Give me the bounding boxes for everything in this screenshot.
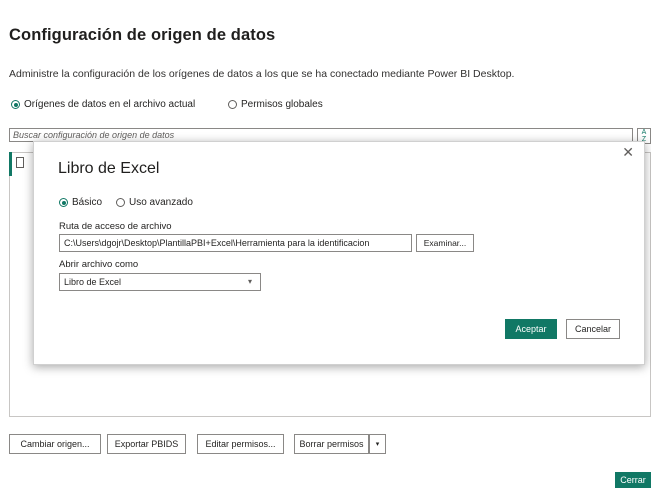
accept-button[interactable]: Aceptar — [505, 319, 557, 339]
mode-advanced-option[interactable]: Uso avanzado — [116, 197, 193, 208]
change-source-button[interactable]: Cambiar origen... — [9, 434, 101, 454]
mode-basic-option[interactable]: Básico — [59, 197, 102, 208]
open-as-label: Abrir archivo como — [59, 259, 139, 270]
close-button[interactable]: Cerrar — [615, 472, 651, 488]
scope-current-file-option[interactable]: Orígenes de datos en el archivo actual — [11, 99, 195, 110]
edit-permissions-button[interactable]: Editar permisos... — [197, 434, 284, 454]
excel-workbook-dialog: ✕ Libro de Excel Básico Uso avanzado Rut… — [33, 141, 645, 365]
mode-advanced-label: Uso avanzado — [129, 197, 193, 208]
search-input[interactable]: Buscar configuración de origen de datos — [9, 128, 633, 142]
radio-unchecked-icon — [228, 100, 237, 109]
clear-permissions-button[interactable]: Borrar permisos — [294, 434, 369, 454]
scope-global-label: Permisos globales — [241, 99, 323, 110]
page-title: Configuración de origen de datos — [9, 26, 276, 44]
scope-global-option[interactable]: Permisos globales — [228, 99, 323, 110]
mode-basic-label: Básico — [72, 197, 103, 208]
open-as-select[interactable]: Libro de Excel ▾ — [59, 273, 261, 291]
page-description: Administre la configuración de los oríge… — [9, 68, 515, 80]
file-icon — [16, 157, 24, 168]
dialog-title: Libro de Excel — [58, 160, 160, 177]
scope-current-file-label: Orígenes de datos en el archivo actual — [24, 99, 196, 110]
export-pbids-button[interactable]: Exportar PBIDS — [107, 434, 186, 454]
radio-unchecked-icon — [116, 198, 125, 207]
selected-row-indicator — [9, 152, 12, 176]
path-label: Ruta de acceso de archivo — [59, 221, 172, 232]
chevron-down-icon: ▾ — [247, 277, 252, 286]
radio-checked-icon — [59, 198, 68, 207]
browse-button[interactable]: Examinar... — [416, 234, 474, 252]
clear-permissions-dropdown[interactable]: ▾ — [369, 434, 386, 454]
open-as-value: Libro de Excel — [64, 277, 122, 287]
file-path-input[interactable]: C:\Users\dgojr\Desktop\PlantillaPBI+Exce… — [59, 234, 412, 252]
cancel-button[interactable]: Cancelar — [566, 319, 620, 339]
close-icon[interactable]: ✕ — [622, 144, 634, 161]
radio-checked-icon — [11, 100, 20, 109]
chevron-down-icon: ▾ — [375, 441, 380, 448]
